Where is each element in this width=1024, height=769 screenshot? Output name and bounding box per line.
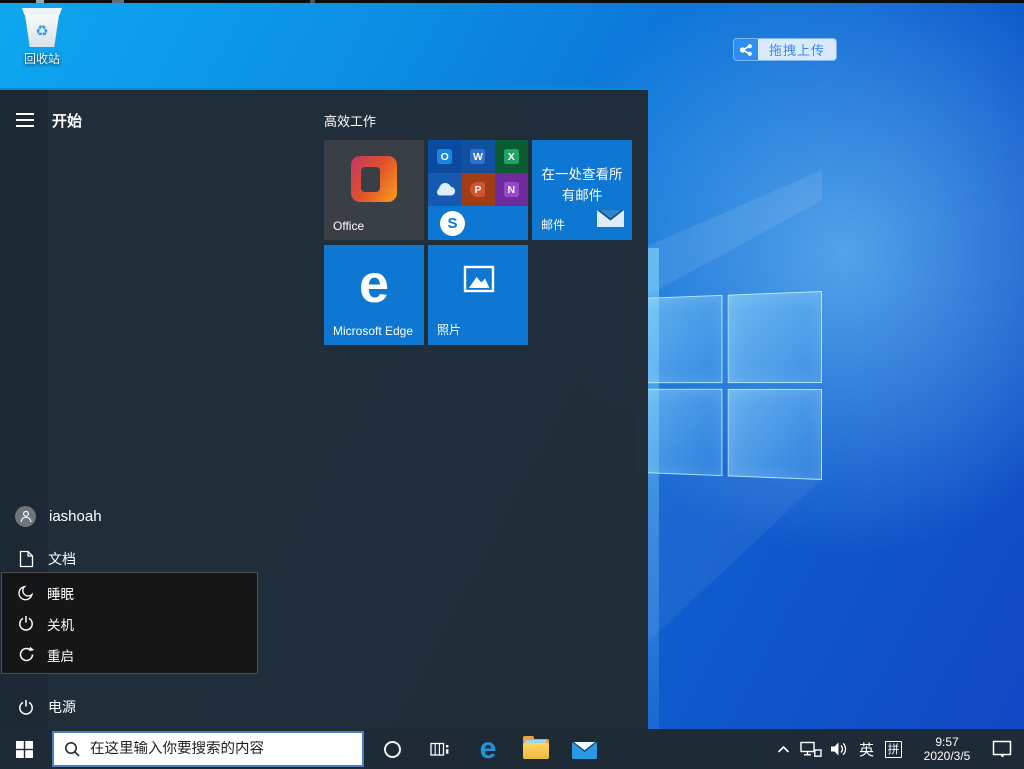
windows-start-icon (16, 741, 33, 758)
recycle-bin-shortcut[interactable]: ♻ 回收站 (15, 8, 69, 67)
task-view-icon (430, 741, 450, 758)
photos-icon (461, 261, 497, 302)
recycle-bin-body: ♻ (25, 15, 59, 47)
ethernet-network-icon (800, 741, 822, 758)
onenote-icon: N (495, 173, 528, 206)
tile-microsoft-edge[interactable]: e Microsoft Edge (324, 245, 424, 345)
action-center-icon (992, 740, 1013, 759)
drag-upload-button[interactable]: 拖拽上传 (733, 38, 837, 61)
recycle-bin-label: 回收站 (15, 50, 69, 67)
tile-mail[interactable]: 在一处查看所有邮件 邮件 (532, 140, 632, 240)
windows-logo-pane (636, 295, 723, 383)
flyout-item-sleep[interactable]: 睡眠 (2, 577, 257, 608)
power-icon (16, 699, 36, 716)
restart-icon (16, 646, 36, 663)
recycle-symbol-icon: ♻ (35, 24, 48, 39)
moon-icon (16, 584, 36, 601)
top-edge-notch (36, 0, 44, 3)
edge-logo-icon: e (324, 251, 424, 317)
mail-tile-headline: 在一处查看所有邮件 (536, 165, 628, 207)
power-label: 电源 (48, 697, 76, 717)
recycle-bin-icon: ♻ (15, 8, 69, 47)
powerpoint-icon: P (461, 173, 494, 206)
windows-logo-pane (728, 388, 822, 480)
windows-logo-wallpaper (636, 291, 822, 480)
start-menu: 开始 高效工作 Office O W X (0, 88, 648, 729)
file-explorer-button[interactable] (514, 729, 558, 769)
clock[interactable]: 9:57 2020/3/5 (915, 735, 979, 763)
power-flyout-menu: 睡眠 关机 重启 (1, 572, 258, 674)
tile-photos[interactable]: 照片 (428, 245, 528, 345)
netdisk-share-icon (734, 39, 758, 60)
sidebar-item-power[interactable]: 电源 (0, 694, 258, 720)
documents-label: 文档 (48, 549, 76, 569)
tray-time: 9:57 (924, 735, 971, 749)
envelope-icon (597, 210, 624, 232)
mail-envelope-icon (572, 739, 597, 759)
document-icon (16, 550, 36, 568)
tile-office-label: Office (333, 219, 364, 233)
tile-office[interactable]: Office (324, 140, 424, 240)
start-button[interactable] (0, 729, 48, 769)
windows-logo-pane (728, 291, 822, 383)
volume-button[interactable] (830, 741, 850, 757)
system-tray: 英 拼 9:57 2020/3/5 (777, 729, 1024, 769)
shutdown-label: 关机 (47, 614, 74, 634)
light-beam (648, 472, 822, 642)
tile-group-title: 高效工作 (324, 111, 376, 130)
edge-tile-label: Microsoft Edge (333, 324, 413, 338)
excel-icon: X (495, 140, 528, 173)
windows-logo-pane (636, 388, 723, 476)
user-name-label: iashoah (49, 508, 102, 525)
cortana-button[interactable] (370, 729, 414, 769)
top-edge-notch (112, 0, 124, 3)
office-logo-icon (351, 156, 397, 202)
taskbar: e (0, 729, 1024, 769)
word-icon: W (461, 140, 494, 173)
photos-tile-label: 照片 (437, 321, 461, 338)
drag-upload-label: 拖拽上传 (758, 39, 836, 60)
mail-tile-label: 邮件 (541, 216, 565, 233)
chevron-up-icon (777, 745, 790, 754)
restart-label: 重启 (47, 645, 74, 665)
action-center-button[interactable] (992, 740, 1013, 759)
edge-taskbar-button[interactable]: e (466, 729, 510, 769)
sleep-label: 睡眠 (47, 583, 74, 603)
avatar (15, 506, 36, 527)
taskbar-search-box[interactable] (52, 731, 364, 767)
ime-mode-button[interactable]: 拼 (885, 741, 902, 758)
edge-logo-icon: e (480, 734, 497, 764)
flyout-item-shutdown[interactable]: 关机 (2, 608, 257, 639)
tile-office-suite-folder[interactable]: O W X P N S (428, 140, 528, 240)
sidebar-item-documents[interactable]: 文档 (0, 546, 258, 572)
office-logo-hole (361, 167, 380, 192)
desktop: ♻ 回收站 拖拽上传 开始 高效工作 Offi (0, 0, 1024, 769)
power-icon (16, 615, 36, 632)
flyout-item-restart[interactable]: 重启 (2, 639, 257, 670)
hamburger-menu-icon[interactable] (16, 113, 34, 127)
skype-icon: S (428, 206, 528, 240)
onedrive-cloud-icon (428, 173, 461, 206)
search-input[interactable] (90, 741, 362, 757)
recycle-bin-lid (22, 8, 62, 15)
mail-taskbar-button[interactable] (562, 729, 606, 769)
sidebar-item-user[interactable]: iashoah (0, 502, 258, 530)
search-icon (64, 741, 81, 758)
cortana-icon (384, 741, 401, 758)
tray-expand-button[interactable] (777, 745, 790, 754)
outlook-icon: O (428, 140, 461, 173)
task-view-button[interactable] (418, 729, 462, 769)
top-edge-artifact (0, 0, 1024, 3)
tray-date: 2020/3/5 (924, 749, 971, 763)
folder-icon (523, 739, 549, 759)
network-status-button[interactable] (800, 741, 822, 758)
ime-language-button[interactable]: 英 (859, 739, 874, 760)
top-edge-notch (310, 0, 315, 3)
start-menu-title: 开始 (52, 110, 82, 131)
speaker-icon (830, 741, 850, 757)
